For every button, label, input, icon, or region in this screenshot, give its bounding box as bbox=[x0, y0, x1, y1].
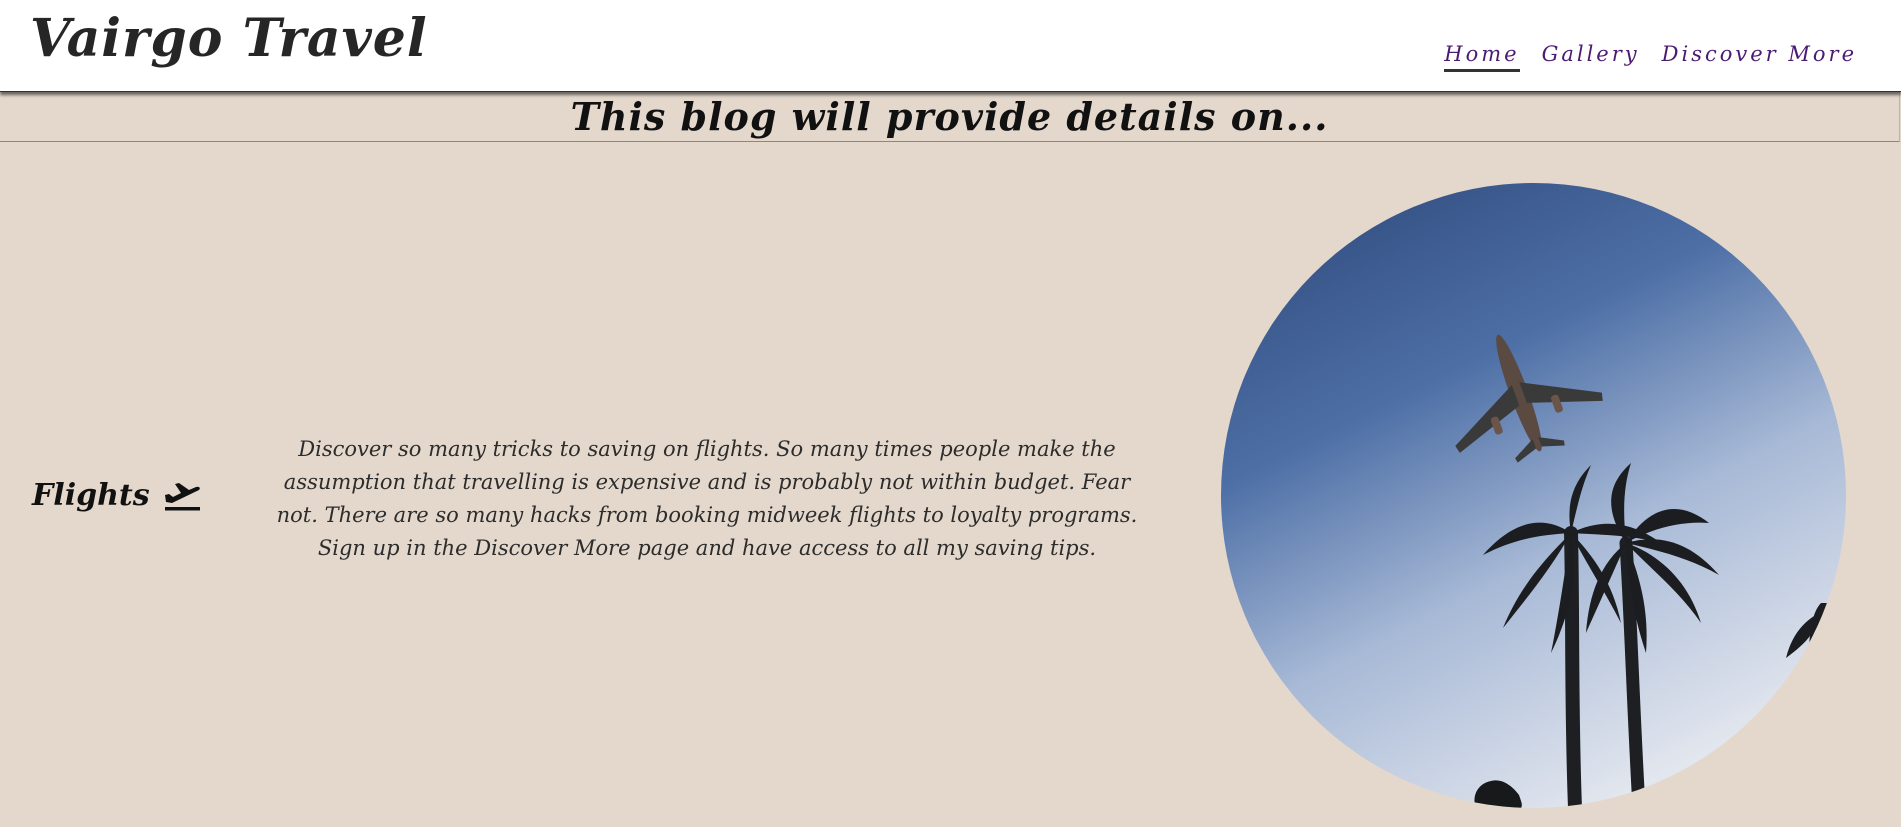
site-title[interactable]: Vairgo Travel bbox=[30, 8, 428, 69]
site-header: Vairgo Travel Home Gallery Discover More bbox=[0, 0, 1901, 92]
intro-banner: This blog will provide details on... bbox=[0, 92, 1900, 142]
feature-label: Flights bbox=[32, 478, 202, 513]
feature-title: Flights bbox=[32, 478, 150, 513]
feature-description: Discover so many tricks to saving on fli… bbox=[276, 437, 1138, 560]
nav-link-discover-more[interactable]: Discover More bbox=[1662, 42, 1857, 72]
airplane-over-palm-trees-photo bbox=[1221, 183, 1846, 808]
feature-row-flights: Flights Discover so many tricks to savin… bbox=[0, 142, 1900, 827]
nav-link-home[interactable]: Home bbox=[1444, 42, 1520, 72]
nav-link-gallery[interactable]: Gallery bbox=[1542, 42, 1640, 72]
banner-heading: This blog will provide details on... bbox=[570, 94, 1329, 139]
plane-departure-icon bbox=[162, 480, 202, 512]
main-nav: Home Gallery Discover More bbox=[1444, 42, 1857, 72]
